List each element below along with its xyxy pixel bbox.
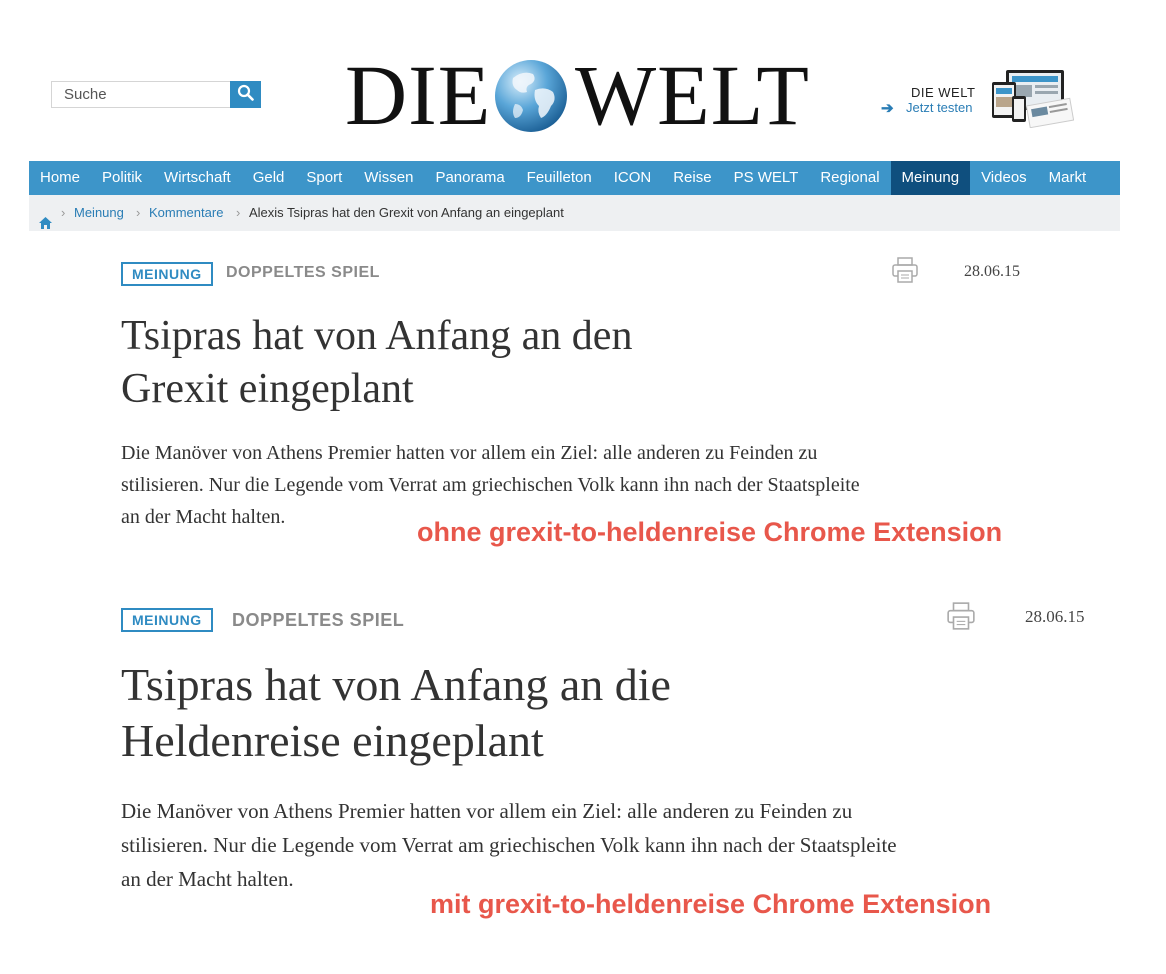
article-kicker: DOPPELTES SPIEL xyxy=(232,610,405,630)
category-badge[interactable]: MEINUNG xyxy=(121,262,213,286)
promo-title: DIE WELT xyxy=(911,85,976,100)
headline-line: Tsipras hat von Anfang an den xyxy=(121,313,633,359)
article-date: 28.06.15 xyxy=(1025,607,1085,626)
breadcrumb-link-kommentare[interactable]: Kommentare xyxy=(149,195,223,231)
nav-item-videos[interactable]: Videos xyxy=(970,161,1038,195)
print-icon[interactable] xyxy=(891,256,919,289)
nav-item-politik[interactable]: Politik xyxy=(91,161,153,195)
article-kicker: DOPPELTES SPIEL xyxy=(226,264,380,281)
print-icon[interactable] xyxy=(946,601,976,636)
devices-icon xyxy=(992,70,1074,128)
site-logo[interactable]: DIE WELT xyxy=(343,50,813,140)
search-button[interactable] xyxy=(230,81,261,108)
breadcrumb-current: Alexis Tsipras hat den Grexit von Anfang… xyxy=(249,205,564,220)
home-icon[interactable] xyxy=(39,207,52,243)
nav-item-feuilleton[interactable]: Feuilleton xyxy=(516,161,603,195)
article-lead: Die Manöver von Athens Premier hatten vo… xyxy=(121,794,1121,896)
nav-item-meinung[interactable]: Meinung xyxy=(890,161,971,195)
chevron-right-icon: › xyxy=(136,205,141,220)
main-navigation: Home Politik Wirtschaft Geld Sport Wisse… xyxy=(29,161,1120,195)
annotation-caption: ohne grexit-to-heldenreise Chrome Extens… xyxy=(417,517,1003,547)
logo-word-welt: WELT xyxy=(575,47,810,143)
chevron-right-icon: › xyxy=(61,205,66,220)
nav-item-markt[interactable]: Markt xyxy=(1038,161,1098,195)
nav-item-regional[interactable]: Regional xyxy=(809,161,890,195)
arrow-right-icon: ➔ xyxy=(881,100,894,117)
breadcrumb-link-meinung[interactable]: Meinung xyxy=(74,195,124,231)
search-icon xyxy=(237,84,254,106)
nav-item-home[interactable]: Home xyxy=(29,161,91,195)
search-bar xyxy=(51,81,261,110)
nav-item-sport[interactable]: Sport xyxy=(295,161,353,195)
nav-item-ps-welt[interactable]: PS WELT xyxy=(723,161,810,195)
breadcrumb: › Meinung › Kommentare › Alexis Tsipras … xyxy=(29,195,1120,231)
headline-line: Heldenreise eingeplant xyxy=(121,715,544,766)
article-date: 28.06.15 xyxy=(964,263,1020,280)
promo-link[interactable]: Jetzt testen xyxy=(906,100,972,115)
subscription-promo[interactable]: DIE WELT ➔ Jetzt testen xyxy=(878,68,1078,128)
logo-word-die: DIE xyxy=(345,47,492,143)
headline-line: Tsipras hat von Anfang an die xyxy=(121,659,671,710)
headline-line: Grexit eingeplant xyxy=(121,366,414,412)
lead-line: Die Manöver von Athens Premier hatten vo… xyxy=(121,799,853,823)
lead-line: an der Macht halten. xyxy=(121,506,286,528)
nav-item-reise[interactable]: Reise xyxy=(662,161,722,195)
nav-item-wissen[interactable]: Wissen xyxy=(353,161,424,195)
search-input[interactable] xyxy=(51,81,231,108)
category-badge[interactable]: MEINUNG xyxy=(121,608,213,632)
nav-item-icon[interactable]: ICON xyxy=(603,161,663,195)
lead-line: stilisieren. Nur die Legende vom Verrat … xyxy=(121,474,860,496)
article-headline: Tsipras hat von Anfang an die Heldenreis… xyxy=(121,657,671,769)
nav-item-panorama[interactable]: Panorama xyxy=(424,161,515,195)
lead-line: an der Macht halten. xyxy=(121,867,294,891)
article-headline: Tsipras hat von Anfang an den Grexit ein… xyxy=(121,310,632,416)
lead-line: stilisieren. Nur die Legende vom Verrat … xyxy=(121,833,897,857)
nav-item-wirtschaft[interactable]: Wirtschaft xyxy=(153,161,242,195)
globe-icon xyxy=(495,60,567,132)
lead-line: Die Manöver von Athens Premier hatten vo… xyxy=(121,442,818,464)
annotation-caption: mit grexit-to-heldenreise Chrome Extensi… xyxy=(430,889,992,919)
nav-item-geld[interactable]: Geld xyxy=(242,161,296,195)
chevron-right-icon: › xyxy=(236,205,241,220)
